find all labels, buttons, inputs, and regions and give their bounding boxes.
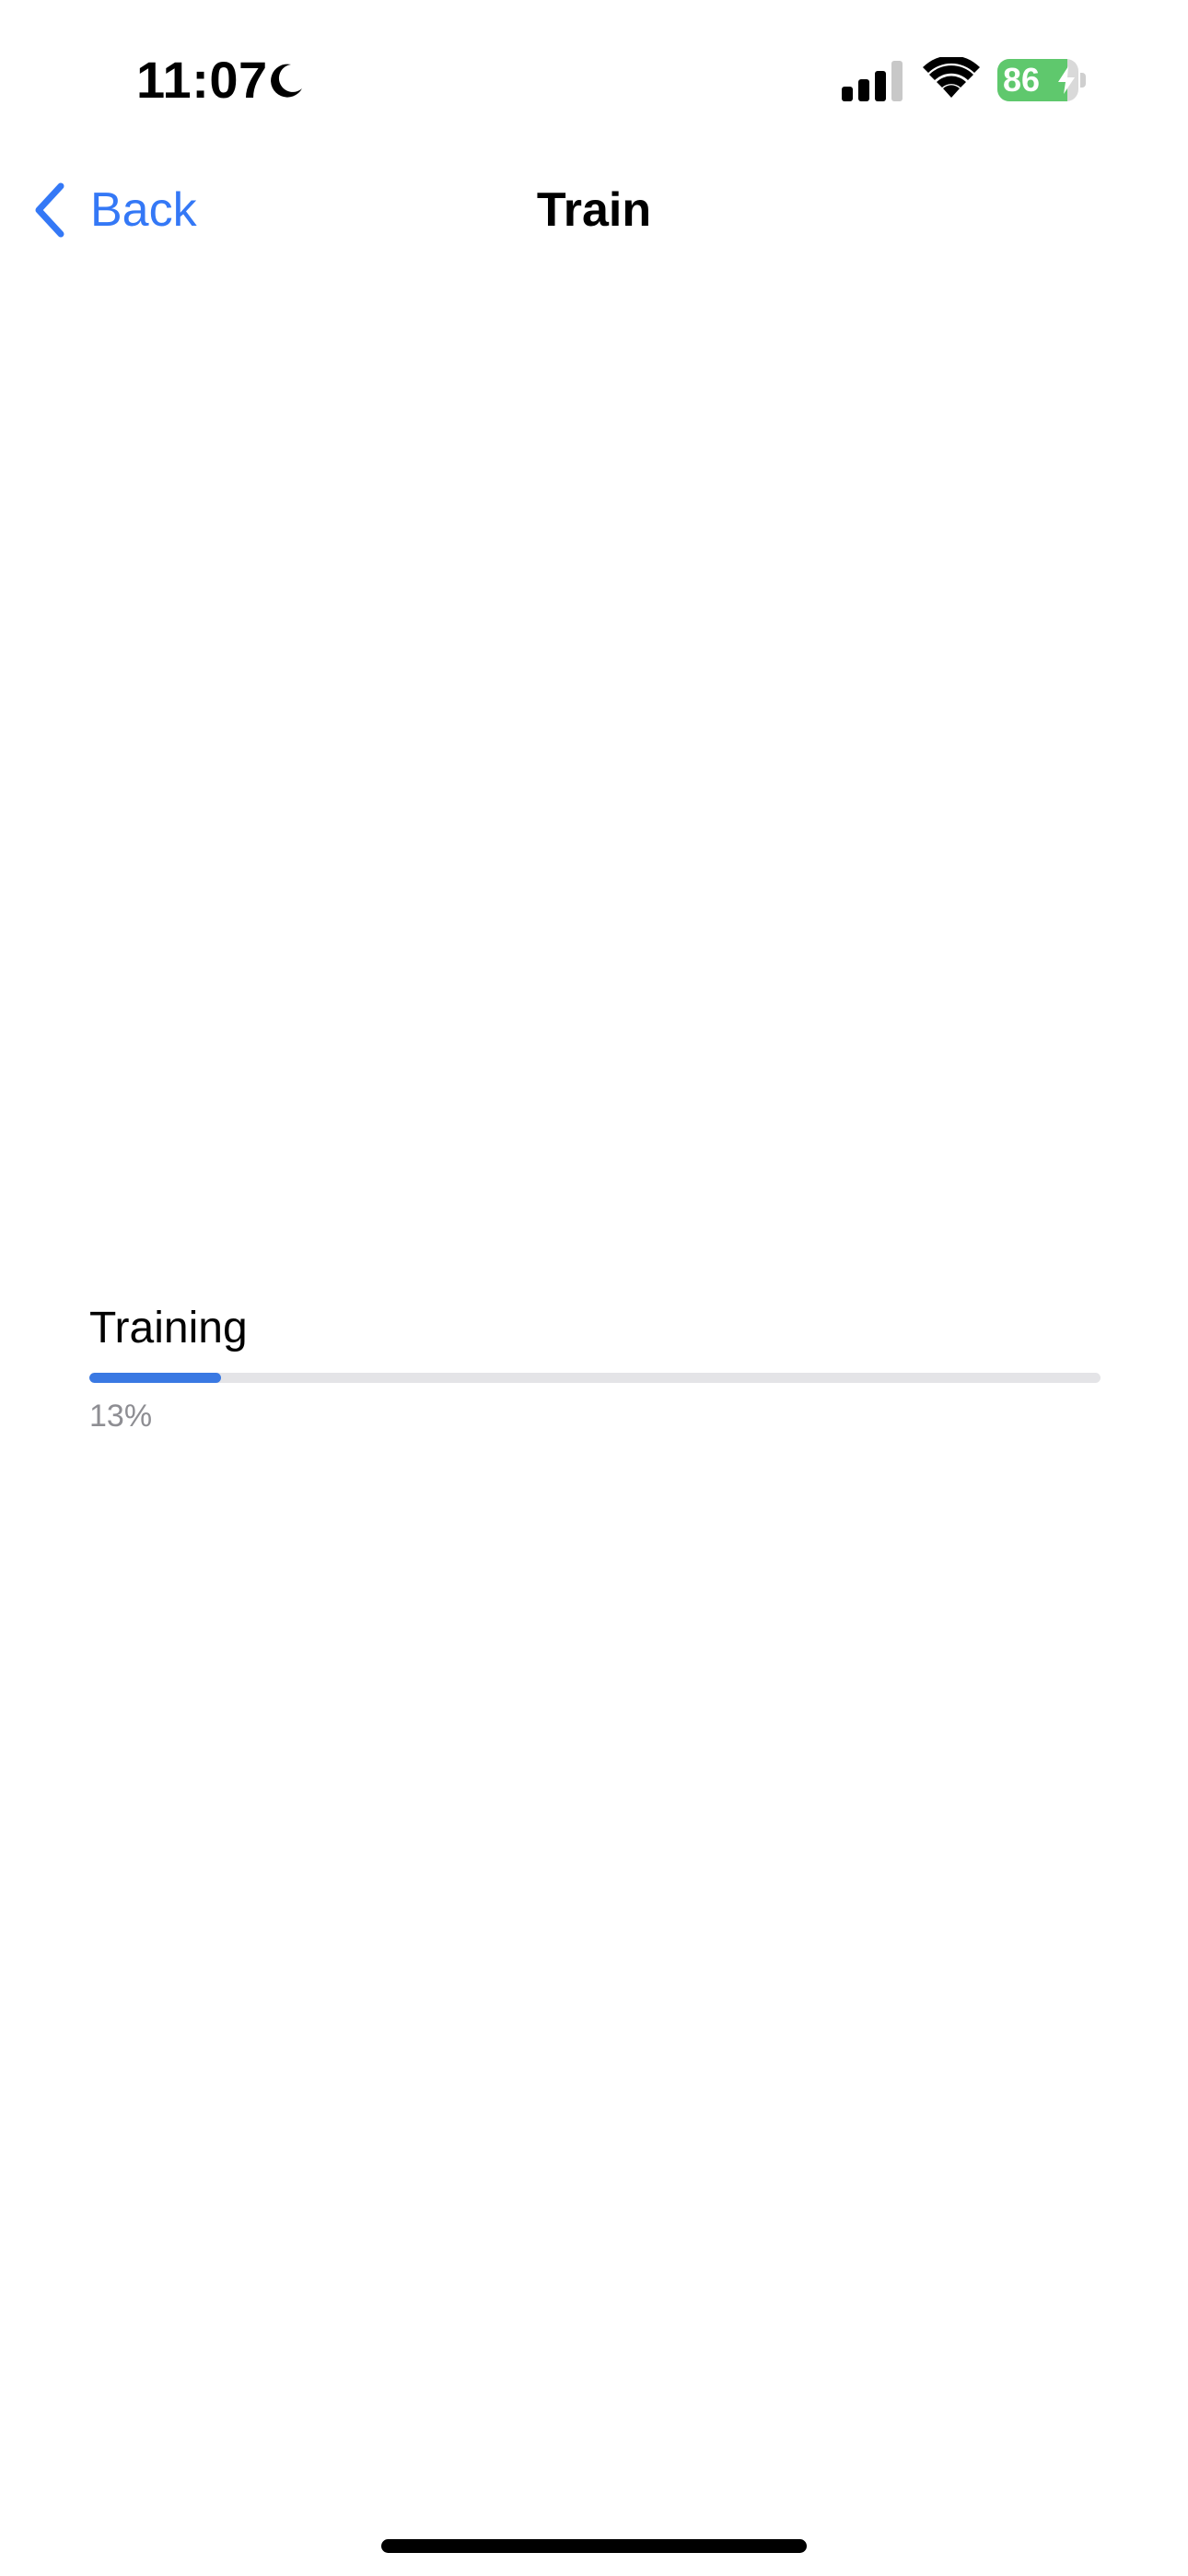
battery-level: 86 (1003, 61, 1041, 99)
bolt-icon (1058, 66, 1075, 94)
cellular-signal-icon (842, 61, 903, 101)
status-bar: 11:07 86 (0, 0, 1188, 157)
home-indicator[interactable] (381, 2539, 807, 2553)
progress-bar-fill (89, 1373, 221, 1383)
progress-bar (89, 1373, 1101, 1383)
page-title: Train (536, 183, 652, 237)
status-time: 11:07 (136, 51, 268, 109)
wifi-icon (923, 57, 980, 98)
battery-cap (1080, 73, 1086, 88)
battery-body: 86 (997, 59, 1078, 101)
battery-indicator: 86 (997, 59, 1086, 101)
progress-percent: 13% (89, 1399, 153, 1434)
navigation-bar: Back Train (0, 157, 1188, 263)
moon-icon (271, 64, 302, 98)
training-progress: Training 13% (89, 1299, 1101, 1436)
progress-label: Training (89, 1304, 248, 1352)
